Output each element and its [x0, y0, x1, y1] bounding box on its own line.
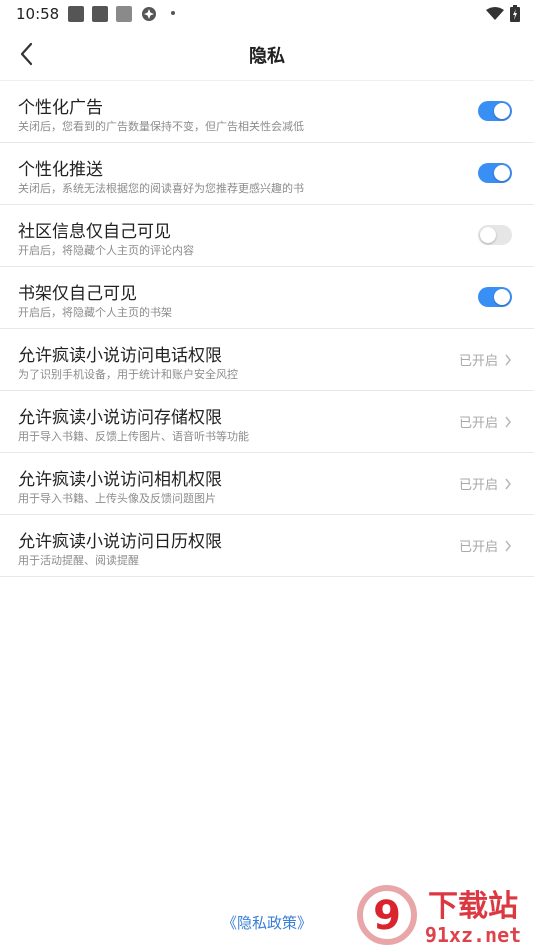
permission-status-text: 已开启 — [458, 416, 498, 431]
setting-description: 关闭后，系统无法根据您的阅读喜好为您推荐更感兴趣的书 — [18, 182, 304, 195]
setting-toggle[interactable] — [478, 163, 512, 183]
permission-status-text: 已开启 — [458, 354, 498, 369]
settings-list: 个性化广告 关闭后，您看到的广告数量保持不变，但广告相关性会减低 个性化推送 关闭后，… — [0, 80, 534, 577]
permission-status[interactable]: 已开启 — [459, 350, 512, 369]
settings-row[interactable]: 个性化推送关闭后，系统无法根据您的阅读喜好为您推荐更感兴趣的书 — [0, 143, 534, 205]
notification-dot — [171, 11, 175, 15]
setting-title: 个性化广告 — [18, 98, 103, 118]
setting-description: 用于活动提醒、阅读提醒 — [18, 554, 139, 567]
app-icon — [68, 6, 84, 22]
setting-title: 允许疯读小说访问日历权限 — [18, 532, 222, 552]
battery-icon — [510, 5, 520, 22]
setting-title: 社区信息仅自己可见 — [18, 222, 171, 242]
setting-title: 个性化推送 — [18, 160, 103, 180]
toggle-knob — [480, 227, 496, 243]
setting-description: 开启后，将隐藏个人主页的评论内容 — [18, 244, 194, 257]
setting-toggle[interactable] — [478, 225, 512, 245]
watermark-logo: 9 下载站 91xz.net — [357, 885, 521, 947]
watermark-badge: 9 — [357, 885, 417, 945]
setting-toggle[interactable] — [478, 101, 512, 121]
app-icon — [116, 6, 132, 22]
toggle-knob — [494, 289, 510, 305]
setting-toggle[interactable] — [478, 287, 512, 307]
page-title: 隐私 — [249, 46, 285, 67]
toggle-knob — [494, 165, 510, 181]
permission-status-text: 已开启 — [458, 540, 498, 555]
chevron-right-icon — [505, 416, 511, 427]
settings-row[interactable]: 书架仅自己可见开启后，将隐藏个人主页的书架 — [0, 267, 534, 329]
status-time: 10:58 — [16, 5, 60, 23]
watermark-badge-text: 9 — [373, 893, 401, 939]
setting-description: 为了识别手机设备，用于统计和账户安全风控 — [18, 368, 238, 381]
permission-status-text: 已开启 — [458, 478, 498, 493]
status-bar: 10:58 — [0, 0, 534, 28]
settings-row[interactable]: 允许疯读小说访问电话权限为了识别手机设备，用于统计和账户安全风控 已开启 — [0, 329, 534, 391]
setting-title: 允许疯读小说访问相机权限 — [18, 470, 222, 490]
setting-title: 允许疯读小说访问存储权限 — [18, 408, 222, 428]
setting-description: 用于导入书籍、反馈上传图片、语音听书等功能 — [18, 430, 249, 443]
wifi-icon — [486, 6, 504, 20]
vpn-icon — [142, 7, 156, 21]
settings-row[interactable]: 允许疯读小说访问相机权限用于导入书籍、上传头像及反馈问题图片 已开启 — [0, 453, 534, 515]
setting-title: 允许疯读小说访问电话权限 — [18, 346, 222, 366]
app-icon — [92, 6, 108, 22]
settings-row[interactable]: 社区信息仅自己可见开启后，将隐藏个人主页的评论内容 — [0, 205, 534, 267]
permission-status[interactable]: 已开启 — [459, 536, 512, 555]
chevron-right-icon — [505, 540, 511, 551]
chevron-right-icon — [505, 478, 511, 489]
toggle-knob — [494, 103, 510, 119]
setting-description: 用于导入书籍、上传头像及反馈问题图片 — [18, 492, 216, 505]
setting-description: 关闭后，您看到的广告数量保持不变，但广告相关性会减低 — [18, 120, 304, 133]
header: 隐私 — [0, 28, 534, 80]
setting-title: 书架仅自己可见 — [18, 284, 137, 304]
permission-status[interactable]: 已开启 — [459, 474, 512, 493]
settings-row[interactable]: 允许疯读小说访问日历权限用于活动提醒、阅读提醒 已开启 — [0, 515, 534, 577]
settings-row[interactable]: 个性化广告关闭后，您看到的广告数量保持不变，但广告相关性会减低 — [0, 81, 534, 143]
watermark-text: 下载站 — [428, 889, 518, 924]
permission-status[interactable]: 已开启 — [459, 412, 512, 431]
watermark-site: 91xz.net — [425, 923, 521, 947]
settings-row[interactable]: 允许疯读小说访问存储权限用于导入书籍、反馈上传图片、语音听书等功能 已开启 — [0, 391, 534, 453]
setting-description: 开启后，将隐藏个人主页的书架 — [18, 306, 172, 319]
chevron-right-icon — [505, 354, 511, 365]
